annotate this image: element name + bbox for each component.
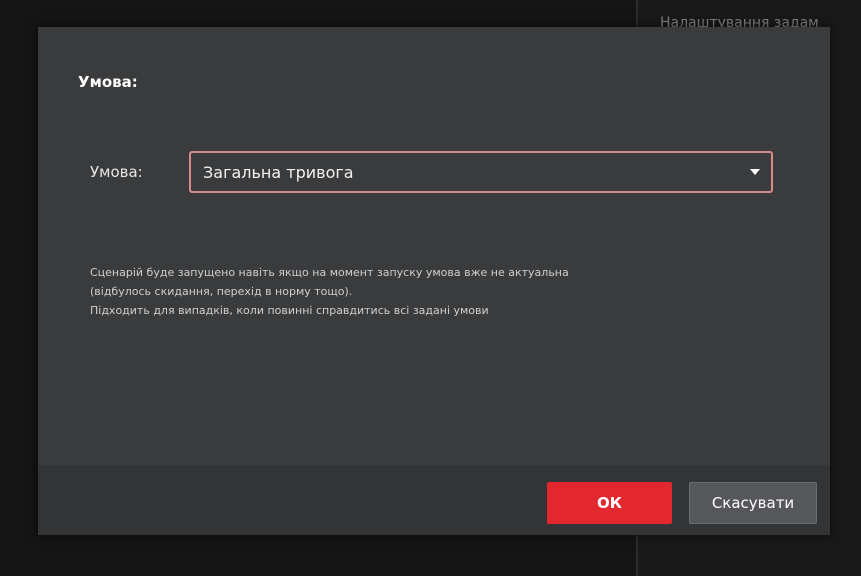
dialog-title: Умова: — [78, 73, 138, 91]
ok-button[interactable]: ОК — [547, 482, 672, 524]
condition-hint: Сценарій буде запущено навіть якщо на мо… — [90, 263, 810, 320]
condition-label: Умова: — [90, 163, 143, 181]
cancel-button[interactable]: Скасувати — [689, 482, 817, 524]
dialog-footer: ОК Скасувати — [38, 465, 830, 535]
condition-dialog: Умова: Умова: Загальна тривога Сценарій … — [38, 27, 830, 535]
condition-select[interactable]: Загальна тривога — [189, 151, 773, 193]
chevron-down-icon — [750, 169, 760, 175]
hint-line: (відбулось скидання, перехід в норму тощ… — [90, 285, 353, 298]
hint-line: Підходить для випадків, коли повинні спр… — [90, 304, 489, 317]
condition-selected-value: Загальна тривога — [203, 163, 354, 182]
hint-line: Сценарій буде запущено навіть якщо на мо… — [90, 266, 569, 279]
